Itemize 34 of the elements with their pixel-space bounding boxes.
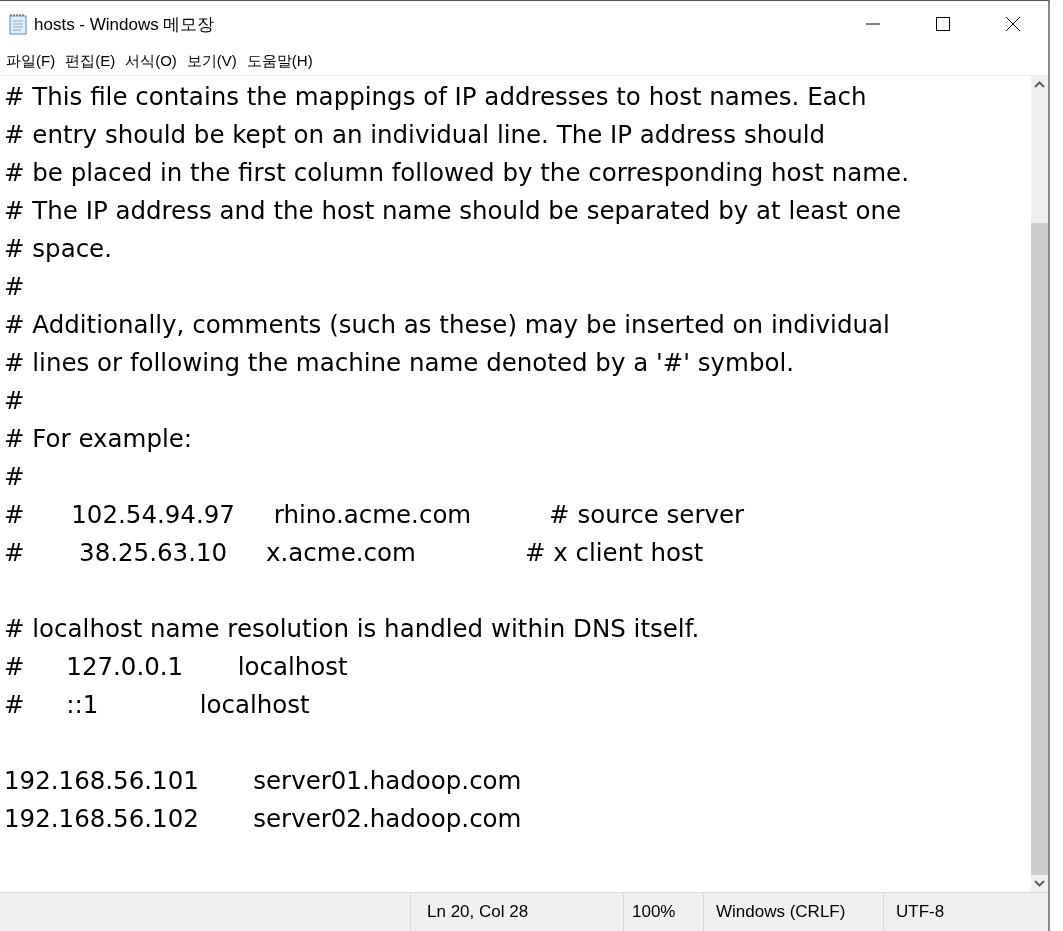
text-line: # [4, 461, 26, 493]
text-line: # The IP address and the host name should be separated by at least one [4, 195, 903, 227]
window-title: hosts - Windows 메모장 [34, 13, 216, 36]
text-line: # space. [4, 233, 113, 265]
text-line: # 38.25.63.10 x.acme.com # x client host [4, 537, 705, 569]
notepad-icon [8, 13, 28, 35]
status-text: UTF-8 [883, 893, 1043, 931]
status-text: Ln 20, Col 28 [410, 893, 623, 931]
text-line: # [4, 385, 26, 417]
close-icon [1005, 16, 1021, 32]
menu-item[interactable]: 파일(F) [2, 49, 60, 73]
status-text: 100% [623, 893, 703, 931]
text-line: # 127.0.0.1 localhost [4, 651, 349, 683]
vertical-scrollbar[interactable] [1031, 76, 1048, 892]
status-text: Windows (CRLF) [703, 893, 883, 931]
text-line: # be placed in the first column followed by the corresponding host name. [4, 157, 910, 189]
menu-item[interactable]: 서식(O) [121, 49, 181, 73]
text-line: # lines or following the machine name denoted by a '#' symbol. [4, 347, 796, 379]
text-line: # [4, 271, 26, 303]
text-line: # localhost name resolution is handled within DNS itself. [4, 613, 701, 645]
text-line: 192.168.56.101 server01.hadoop.com [4, 765, 523, 797]
text-line: # entry should be kept on an individual line. The IP address should [4, 119, 827, 151]
maximize-icon [936, 17, 950, 31]
text-line: # Additionally, comments (such as these) may be inserted on individual [4, 309, 891, 341]
text-line: # 102.54.94.97 rhino.acme.com # source server [4, 499, 746, 531]
text-line: 192.168.56.102 server02.hadoop.com [4, 803, 523, 835]
text-line: # ::1 localhost [4, 689, 311, 721]
scrollbar-thumb[interactable] [1031, 223, 1048, 875]
text-line: # This file contains the mappings of IP addresses to host names. Each [4, 81, 868, 113]
menu-item[interactable]: 도움말(H) [242, 49, 317, 73]
menu-item[interactable]: 편집(E) [61, 49, 120, 73]
minimize-icon [866, 23, 880, 25]
menu-item[interactable]: 보기(V) [182, 49, 241, 73]
text-line: # For example: [4, 423, 194, 455]
